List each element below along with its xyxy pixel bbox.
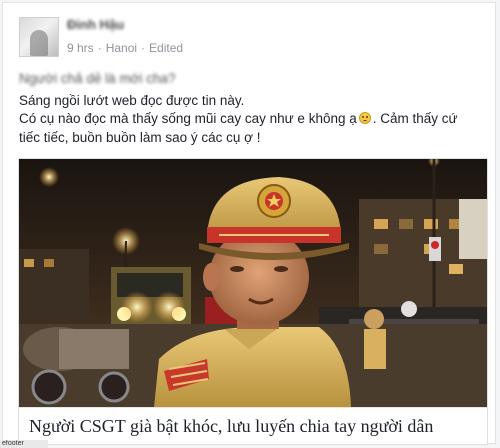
post-text-line: tiếc tiếc, buồn buồn làm sao ý các cụ ợ … bbox=[19, 130, 261, 145]
meta-separator: · bbox=[141, 41, 146, 55]
link-attachment[interactable]: Người CSGT già bật khóc, lưu luyến chia … bbox=[18, 158, 488, 445]
avatar-figure-icon bbox=[30, 30, 48, 56]
post-text-line-blurred: Người chả dẻ là mới cha? bbox=[19, 71, 176, 86]
frown-face-icon bbox=[358, 112, 371, 124]
meta-separator: · bbox=[97, 41, 102, 55]
post-text-segment: Có cụ nào đọc mà thấy sống mũi cay cay n… bbox=[19, 111, 357, 126]
avatar[interactable] bbox=[19, 17, 59, 57]
post-text-line: Sáng ngồi lướt web đọc được tin này. bbox=[19, 93, 245, 108]
post-text-line: Có cụ nào đọc mà thấy sống mũi cay cay n… bbox=[19, 111, 458, 126]
post-text-segment: . Cảm thấy cứ bbox=[372, 111, 458, 126]
post-location[interactable]: Hanoi bbox=[106, 41, 137, 55]
post-time[interactable]: 9 hrs bbox=[67, 41, 94, 55]
edited-label[interactable]: Edited bbox=[149, 41, 183, 55]
post-card: Đinh Hậu 9 hrs · Hanoi · Edited Người ch… bbox=[2, 2, 496, 445]
browser-status-bar: efooter bbox=[0, 440, 48, 448]
author-name[interactable]: Đinh Hậu bbox=[67, 17, 124, 32]
post-meta: 9 hrs · Hanoi · Edited bbox=[67, 41, 183, 55]
attachment-photo bbox=[19, 159, 487, 407]
attachment-title[interactable]: Người CSGT già bật khóc, lưu luyến chia … bbox=[19, 407, 487, 444]
